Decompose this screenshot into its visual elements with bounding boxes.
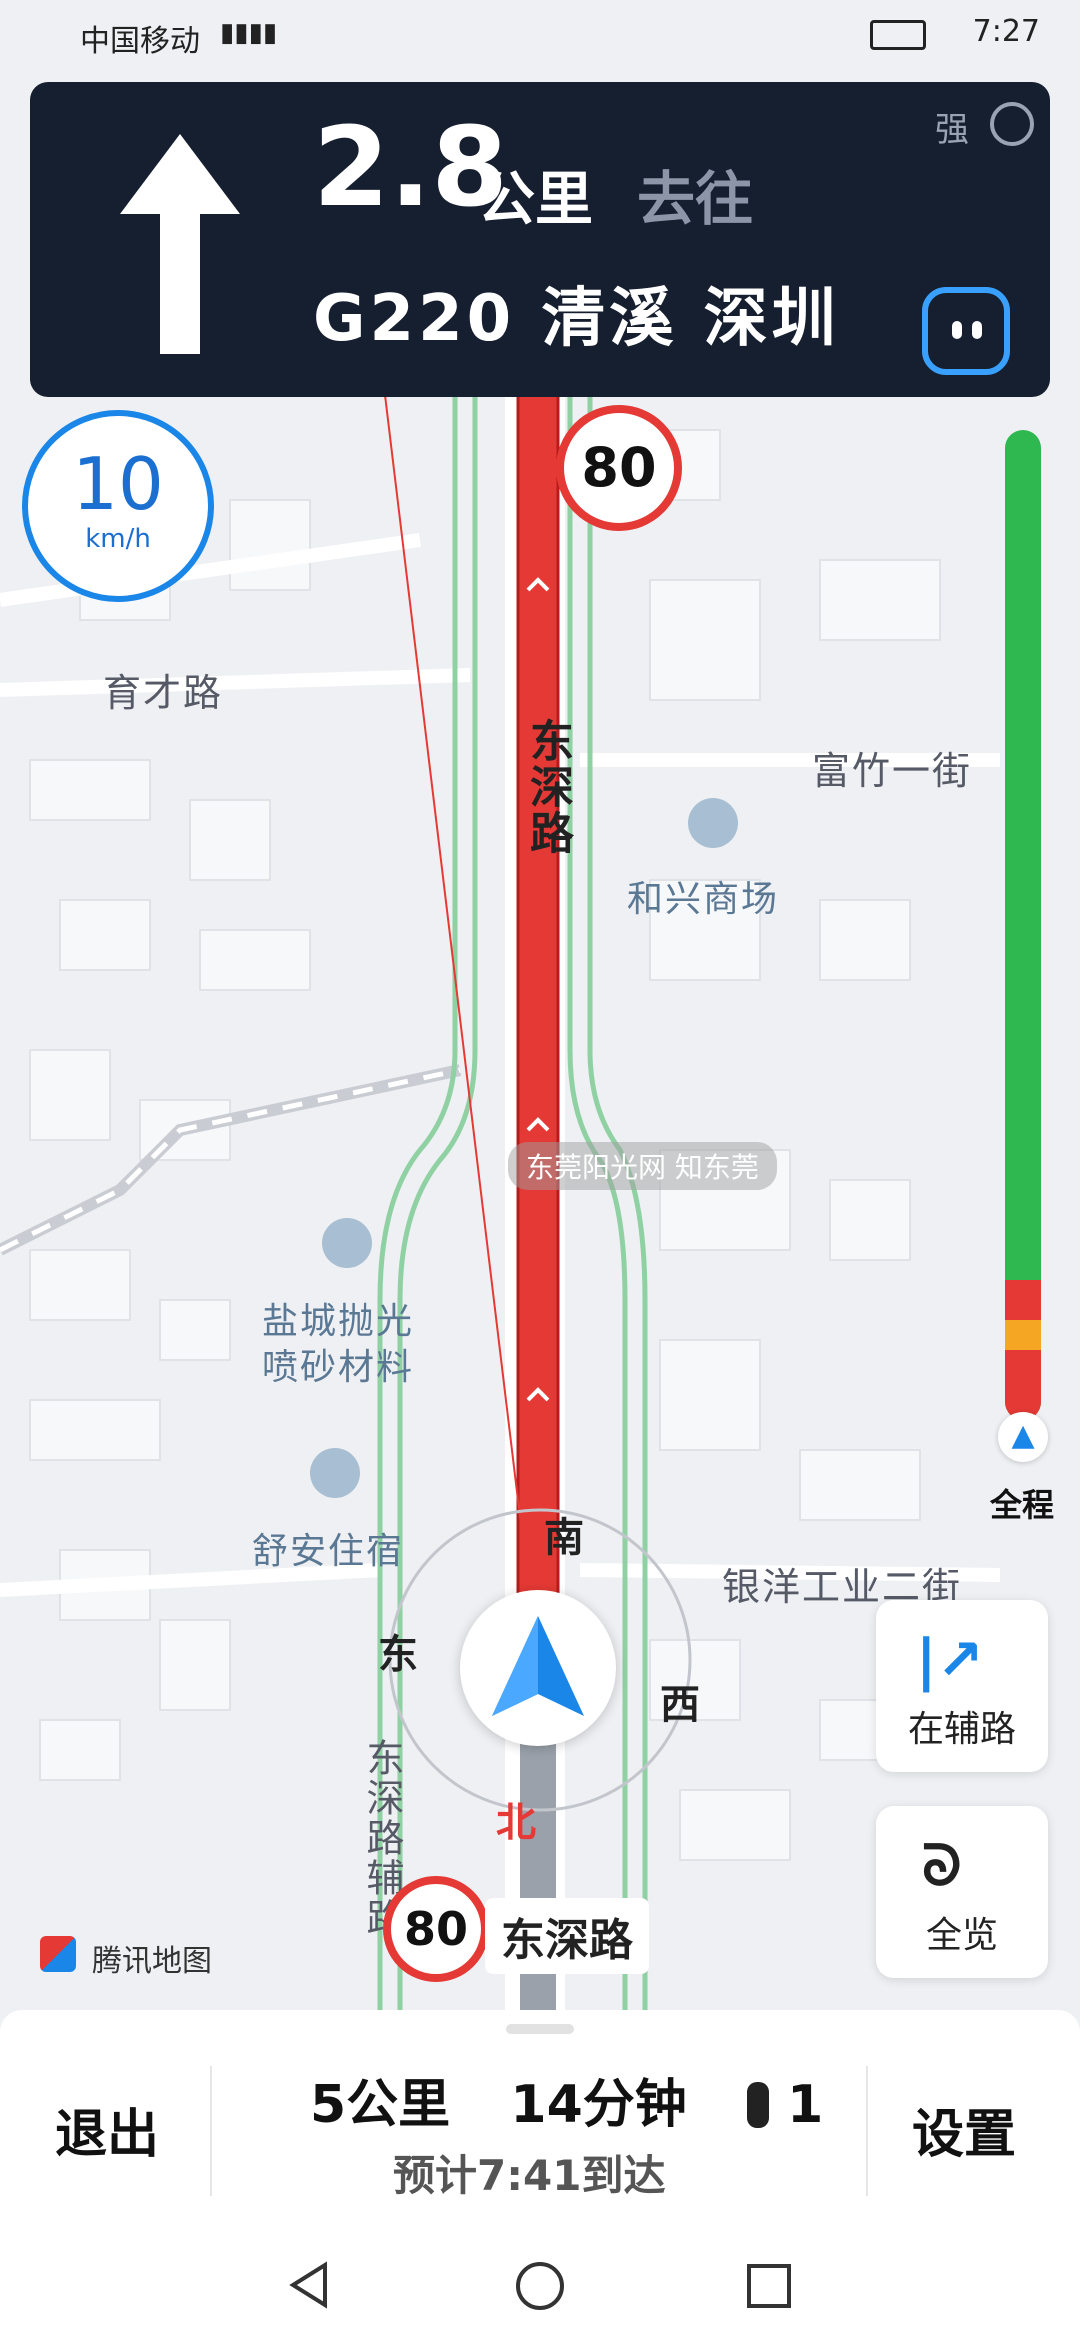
panel-handle-icon[interactable]	[506, 2024, 574, 2034]
summary-distance: 5公里	[310, 2075, 451, 2135]
progress-segment-red-2	[1005, 1350, 1041, 1420]
overview-button[interactable]: ᘐ 全览	[876, 1806, 1048, 1978]
home-icon[interactable]	[514, 2260, 566, 2312]
guidance-card[interactable]: 2.8 公里 去往 G220 清溪 深圳 强	[30, 82, 1050, 397]
compass-west: 西	[660, 1682, 700, 1728]
straight-arrow-icon	[120, 134, 240, 354]
car-location-marker	[460, 1590, 616, 1746]
divider	[210, 2066, 212, 2196]
progress-car-icon: ▲	[998, 1412, 1048, 1462]
speed-limit-value: 80	[581, 436, 657, 499]
traffic-light-icon	[747, 2082, 769, 2128]
road-label-dongshen-vertical: 东深路	[522, 718, 573, 856]
signal-strength-label: 强	[935, 110, 969, 150]
aux-road-label: 在辅路	[907, 1709, 1016, 1750]
poi-label-yancheng-1: 盐城抛光	[262, 1301, 415, 1342]
shop-poi-icon[interactable]	[322, 1218, 372, 1268]
road-line: G220 清溪 深圳	[313, 282, 840, 356]
divider	[866, 2066, 868, 2196]
current-road-label: 东深路	[485, 1898, 649, 1974]
bottom-panel: 退出 5公里 14分钟 1 预计7:41到达 设置	[0, 2010, 1080, 2230]
current-speed: 10 km/h	[22, 410, 214, 602]
hotel-poi-icon[interactable]	[310, 1448, 360, 1498]
route-overview-icon: ᘐ	[922, 1834, 962, 1899]
compass-south: 南	[544, 1515, 584, 1561]
aux-road-icon: |↗	[916, 1628, 984, 1693]
map-brand: 腾讯地图	[92, 1944, 212, 1979]
clock: 7:27	[972, 14, 1040, 49]
progress-label[interactable]: 全程	[990, 1480, 1054, 1526]
status-bar: 中国移动 ▮▮▮▮ 7:27	[0, 0, 1080, 70]
aux-road-button[interactable]: |↗ 在辅路	[876, 1600, 1048, 1772]
watermark: 东莞阳光网 知东莞	[508, 1142, 777, 1190]
overview-label: 全览	[925, 1915, 998, 1956]
system-nav-bar	[0, 2230, 1080, 2340]
goto-label: 去往	[637, 165, 754, 233]
gps-icon	[990, 102, 1034, 146]
progress-segment-red	[1005, 1280, 1041, 1320]
voice-assistant-icon[interactable]	[922, 287, 1010, 375]
distance-unit: 公里	[477, 165, 594, 233]
speed-unit: km/h	[85, 524, 151, 554]
speed-limit-sign-bottom: 80	[383, 1876, 489, 1982]
trip-summary: 5公里 14分钟 1	[310, 2062, 823, 2137]
carrier-label: 中国移动	[80, 24, 200, 59]
recents-icon[interactable]	[745, 2262, 793, 2310]
speed-limit-sign-top: 80	[556, 405, 682, 531]
poi-label-hexing: 和兴商场	[627, 879, 780, 920]
battery-icon	[870, 20, 926, 50]
tencent-map-logo-icon	[40, 1936, 76, 1972]
poi-label-shuan: 舒安住宿	[252, 1531, 405, 1572]
road-label-yucai: 育才路	[103, 671, 224, 715]
mall-poi-icon[interactable]	[688, 798, 738, 848]
road-label-fuzhu: 富竹一街	[812, 749, 973, 793]
traffic-light-count: 1	[787, 2075, 824, 2135]
settings-button[interactable]: 设置	[912, 2092, 1016, 2167]
route-progress-bar	[1005, 430, 1041, 1420]
speed-limit-value: 80	[403, 1902, 468, 1956]
navigation-arrow-icon	[492, 1616, 584, 1716]
summary-time: 14分钟	[510, 2075, 687, 2135]
speed-value: 10	[72, 442, 164, 526]
eta-label: 预计7:41到达	[393, 2151, 666, 2200]
compass-north: 北	[496, 1800, 536, 1846]
exit-button[interactable]: 退出	[55, 2092, 159, 2167]
progress-segment-orange	[1005, 1320, 1041, 1350]
compass-east: 东	[378, 1632, 418, 1678]
back-icon[interactable]	[285, 2260, 335, 2310]
signal-icon: ▮▮▮▮	[220, 18, 278, 48]
poi-label-yancheng-2: 喷砂材料	[262, 1347, 415, 1388]
